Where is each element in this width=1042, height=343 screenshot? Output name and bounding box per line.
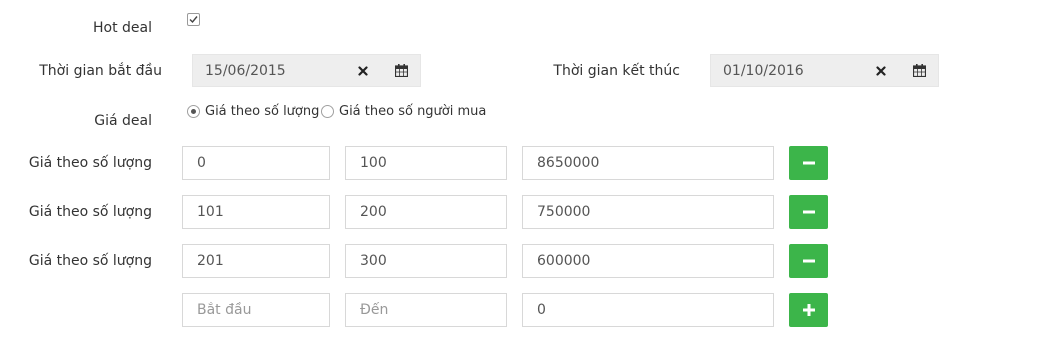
start-date-calendar-button[interactable] <box>382 55 420 86</box>
price-row-label: Giá theo số lượng <box>28 253 152 269</box>
calendar-icon <box>394 64 408 77</box>
price-row-label: Giá theo số lượng <box>28 204 152 220</box>
remove-row-button[interactable] <box>789 146 828 180</box>
minus-icon <box>802 210 815 214</box>
end-time-label: Thời gian kết thúc <box>553 63 680 79</box>
deal-price-label: Giá deal <box>94 113 152 129</box>
times-icon <box>358 65 368 76</box>
radio-price-by-quantity-label: Giá theo số lượng <box>205 104 320 119</box>
start-date-value: 15/06/2015 <box>205 63 286 79</box>
price-row-from-input[interactable] <box>182 146 330 180</box>
calendar-icon <box>912 64 926 77</box>
price-row-label: Giá theo số lượng <box>28 155 152 171</box>
radio-price-by-quantity[interactable]: Giá theo số lượng <box>187 104 319 119</box>
end-date-calendar-button[interactable] <box>900 55 938 86</box>
hot-deal-label: Hot deal <box>92 20 152 36</box>
price-row-to-input[interactable] <box>345 146 507 180</box>
radio-button-unselected[interactable] <box>321 105 334 118</box>
price-row-price-input[interactable] <box>522 195 774 229</box>
remove-row-button[interactable] <box>789 195 828 229</box>
start-time-label: Thời gian bắt đầu <box>39 63 162 79</box>
times-icon <box>876 65 886 76</box>
check-icon <box>189 16 198 24</box>
price-row-price-input[interactable] <box>522 146 774 180</box>
end-date-value: 01/10/2016 <box>723 63 804 79</box>
price-row-from-input[interactable] <box>182 244 330 278</box>
hot-deal-checkbox[interactable] <box>187 13 200 26</box>
price-row-to-input[interactable] <box>345 244 507 278</box>
minus-icon <box>802 259 815 263</box>
end-date-clear-button[interactable] <box>862 55 900 86</box>
radio-price-by-buyers[interactable]: Giá theo số người mua <box>321 104 486 119</box>
plus-icon <box>802 304 815 316</box>
end-date-field[interactable]: 01/10/2016 <box>710 54 939 87</box>
price-row-price-input[interactable] <box>522 244 774 278</box>
new-row-to-input[interactable] <box>345 293 507 327</box>
price-row-from-input[interactable] <box>182 195 330 229</box>
remove-row-button[interactable] <box>789 244 828 278</box>
radio-price-by-buyers-label: Giá theo số người mua <box>339 104 487 119</box>
price-row-to-input[interactable] <box>345 195 507 229</box>
minus-icon <box>802 161 815 165</box>
add-row-button[interactable] <box>789 293 828 327</box>
new-row-price-input[interactable] <box>522 293 774 327</box>
radio-button-selected[interactable] <box>187 105 200 118</box>
new-row-from-input[interactable] <box>182 293 330 327</box>
start-date-field[interactable]: 15/06/2015 <box>192 54 421 87</box>
start-date-clear-button[interactable] <box>344 55 382 86</box>
